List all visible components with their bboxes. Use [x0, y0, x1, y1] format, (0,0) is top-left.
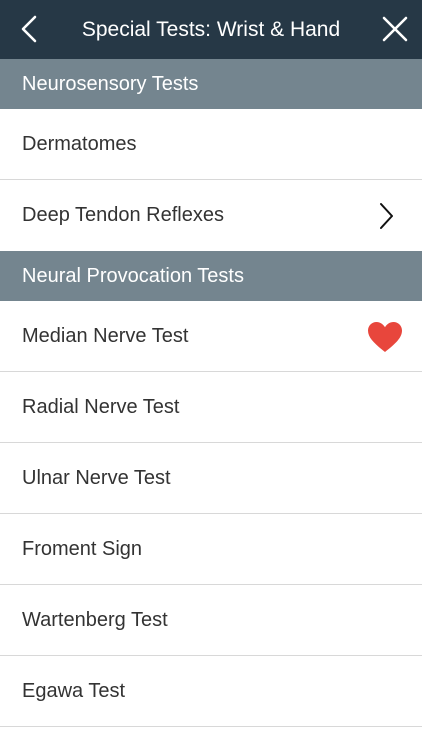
list-item-dermatomes[interactable]: Dermatomes — [0, 109, 422, 180]
disclosure-indicator — [372, 180, 400, 251]
list-item-ulnar-nerve-test[interactable]: Ulnar Nerve Test — [0, 443, 422, 514]
favorite-toggle[interactable] — [365, 301, 405, 372]
heart-icon — [368, 321, 402, 352]
list-item-label: Wartenberg Test — [22, 609, 168, 631]
nav-bar: Special Tests: Wrist & Hand — [0, 0, 422, 59]
row-divider — [0, 726, 422, 727]
app-screen: Special Tests: Wrist & Hand Neurosensory… — [0, 0, 422, 750]
page-title: Special Tests: Wrist & Hand — [81, 18, 341, 41]
list-item-egawa-test[interactable]: Egawa Test — [0, 656, 422, 727]
list-item-label: Median Nerve Test — [22, 325, 189, 347]
list-item-label: Deep Tendon Reflexes — [22, 204, 224, 226]
close-icon — [382, 16, 408, 42]
list-item-radial-nerve-test[interactable]: Radial Nerve Test — [0, 372, 422, 443]
close-button[interactable] — [372, 6, 418, 52]
list-item-deep-tendon-reflexes[interactable]: Deep Tendon Reflexes — [0, 180, 422, 251]
list-item-froment-sign[interactable]: Froment Sign — [0, 514, 422, 585]
chevron-right-icon — [380, 202, 393, 229]
list-item-wartenberg-test[interactable]: Wartenberg Test — [0, 585, 422, 656]
section-header-neurosensory: Neurosensory Tests — [0, 59, 422, 109]
list-item-label: Egawa Test — [22, 680, 126, 702]
chevron-left-icon — [21, 15, 37, 43]
list-item-label: Ulnar Nerve Test — [22, 467, 171, 489]
back-button[interactable] — [6, 6, 52, 52]
section-header-neural-provocation: Neural Provocation Tests — [0, 251, 422, 301]
list-item-label: Froment Sign — [22, 538, 143, 560]
list-item-label: Dermatomes — [22, 133, 137, 155]
list-item-median-nerve-test[interactable]: Median Nerve Test — [0, 301, 422, 372]
list-item-label: Radial Nerve Test — [22, 396, 180, 418]
